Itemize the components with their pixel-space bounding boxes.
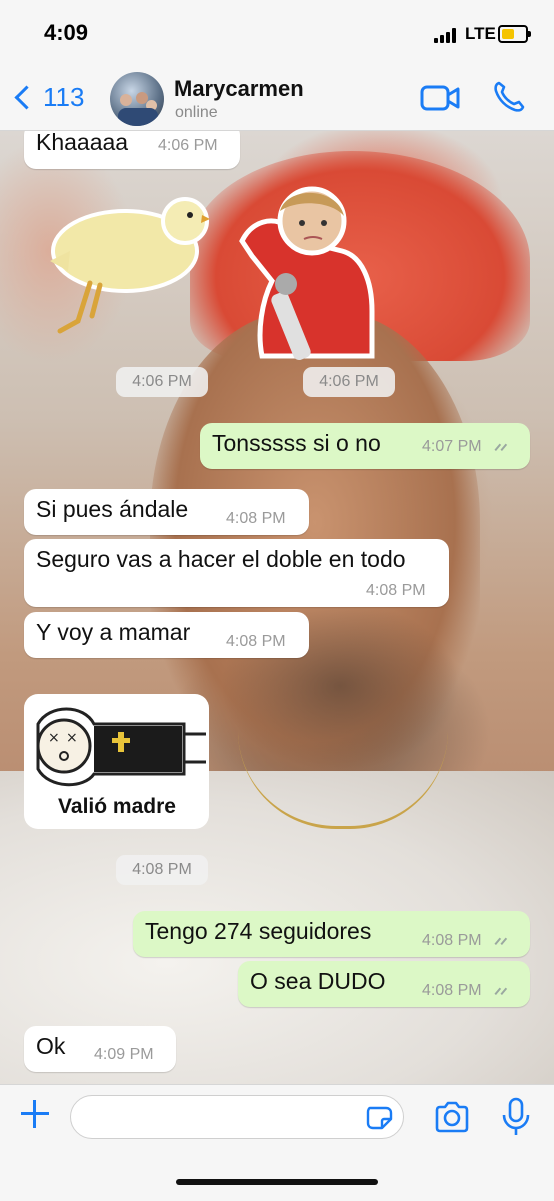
back-button[interactable]: 113 — [10, 82, 84, 113]
contact-name[interactable]: Marycarmen — [174, 76, 304, 102]
message-text: Tonsssss si o no — [212, 430, 381, 456]
message-incoming[interactable]: Ok 4:09 PM — [24, 1026, 176, 1072]
video-call-icon[interactable] — [420, 84, 460, 112]
back-count: 113 — [43, 82, 85, 112]
chevron-left-icon — [14, 85, 39, 110]
message-time: 4:06 PM — [158, 137, 218, 154]
message-outgoing[interactable]: Tonsssss si o no 4:07 PM — [200, 423, 530, 469]
message-text: Seguro vas a hacer el doble en todo — [36, 546, 406, 572]
message-time: 4:08 PM — [226, 510, 286, 527]
phone-call-icon[interactable] — [492, 80, 526, 114]
status-time: 4:09 — [44, 20, 89, 45]
read-receipt-icon — [494, 933, 518, 945]
sticker-timestamp: 4:06 PM — [116, 367, 208, 397]
chick-sticker[interactable] — [30, 191, 210, 341]
chat-header: 113 Marycarmen online — [0, 68, 554, 131]
girl-sticker[interactable] — [232, 181, 377, 366]
sticker-caption: Valió madre — [58, 795, 176, 818]
battery-icon — [498, 25, 531, 43]
nun-illustration: × × — [36, 707, 206, 787]
message-text: Tengo 274 seguidores — [145, 918, 372, 944]
avatar[interactable] — [110, 72, 164, 126]
message-time: 4:08 PM — [422, 982, 482, 999]
network-label: LTE — [465, 24, 496, 43]
sticker-timestamp: 4:06 PM — [303, 367, 395, 397]
home-indicator[interactable] — [176, 1179, 378, 1185]
contact-status: online — [175, 104, 218, 121]
message-outgoing[interactable]: Tengo 274 seguidores 4:08 PM — [133, 911, 530, 957]
sticker-icon[interactable] — [366, 1106, 394, 1130]
message-text: O sea DUDO — [250, 968, 386, 994]
svg-text:×: × — [66, 730, 78, 746]
chat-area[interactable]: Khaaaaa 4:06 PM 4:06 PM 4:06 PM Tonsssss… — [0, 131, 554, 1084]
message-text: Khaaaaa — [36, 131, 129, 155]
sticker-timestamp: 4:08 PM — [116, 855, 208, 885]
status-bar: 4:09 LTE — [0, 0, 554, 68]
message-incoming[interactable]: Khaaaaa 4:06 PM — [24, 131, 240, 169]
microphone-icon[interactable] — [500, 1097, 532, 1137]
camera-icon[interactable] — [434, 1101, 470, 1133]
nun-sticker[interactable]: × × Valió madre — [24, 694, 209, 829]
message-time: 4:07 PM — [422, 438, 482, 455]
message-time: 4:08 PM — [422, 932, 482, 949]
message-outgoing[interactable]: O sea DUDO 4:08 PM — [238, 961, 530, 1007]
message-incoming[interactable]: Si pues ándale 4:08 PM — [24, 489, 309, 535]
read-receipt-icon — [494, 983, 518, 995]
message-time: 4:08 PM — [226, 633, 286, 650]
message-text: Si pues ándale — [36, 496, 189, 522]
message-time: 4:08 PM — [366, 582, 426, 599]
signal-icon — [434, 27, 460, 43]
message-time: 4:09 PM — [94, 1046, 154, 1063]
read-receipt-icon — [494, 439, 518, 451]
message-incoming[interactable]: Y voy a mamar 4:08 PM — [24, 612, 309, 658]
svg-text:×: × — [48, 730, 60, 746]
plus-icon[interactable] — [20, 1099, 50, 1129]
message-text: Y voy a mamar — [36, 619, 191, 645]
message-input[interactable] — [70, 1095, 404, 1139]
message-incoming[interactable]: Seguro vas a hacer el doble en todo 4:08… — [24, 539, 449, 607]
message-text: Ok — [36, 1033, 66, 1059]
